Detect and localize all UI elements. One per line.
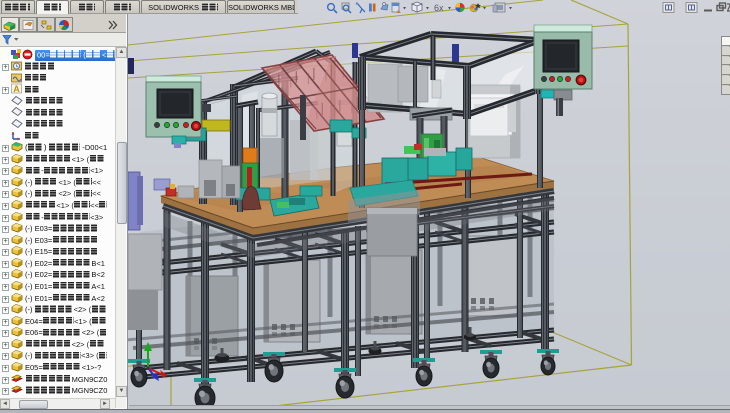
- svg-text:6x: 6x: [434, 3, 444, 13]
- svg-text:A: A: [13, 84, 20, 94]
